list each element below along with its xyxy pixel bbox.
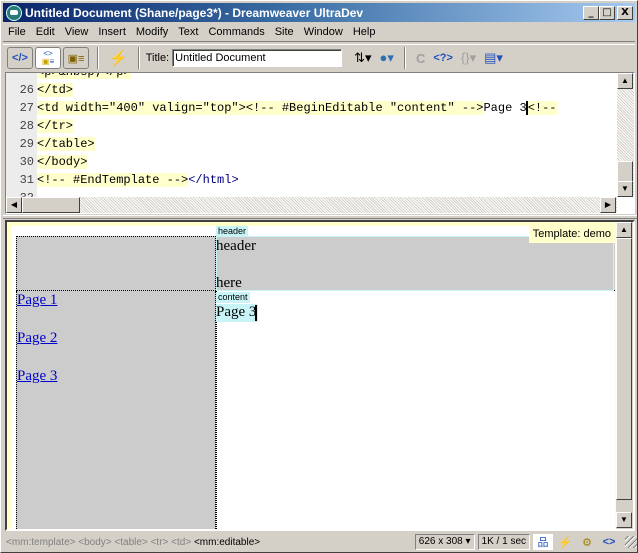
window-size-value: 626 x 308 xyxy=(418,536,463,547)
design-canvas[interactable]: header header here Page 1 Page 2 Page 3 … xyxy=(11,226,617,529)
menu-bar: File Edit View Insert Modify Text Comman… xyxy=(3,23,635,42)
content-text: Page 3 xyxy=(216,304,257,320)
nav-link-page-2[interactable]: Page 2 xyxy=(17,330,57,347)
application-window: Untitled Document (Shane/page3*) - Dream… xyxy=(0,0,638,553)
assets-icon[interactable]: ⚡ xyxy=(555,534,575,550)
table-cell-nav: Page 1 Page 2 Page 3 xyxy=(16,291,216,529)
cell-divider xyxy=(216,291,217,529)
scroll-down-button[interactable]: ▼ xyxy=(616,512,632,528)
reference-icon[interactable]: <?> xyxy=(433,52,453,64)
code-line: 28 </tr> xyxy=(6,117,74,135)
code-horizontal-scrollbar[interactable]: ◀ ▶ xyxy=(6,197,617,213)
toolbar-separator xyxy=(97,47,99,69)
document-toolbar: </> <>▣≡ ▣≡ ⚡ Title: ⇅▾ ●▾ C <?> {}▾ ▤▾ xyxy=(3,44,635,71)
menu-window[interactable]: Window xyxy=(299,26,348,38)
status-bar: <mm:template> <body> <table> <tr> <td> <… xyxy=(3,532,637,552)
code-inspector-icon[interactable]: <> xyxy=(599,534,619,550)
design-vertical-scrollbar[interactable]: ▲ ▼ xyxy=(616,222,633,529)
code-line: 29 </table> xyxy=(6,135,95,153)
title-input[interactable] xyxy=(172,49,343,67)
download-size: 1K / 1 sec xyxy=(477,534,530,550)
file-transfer-icon[interactable]: ⇅▾ xyxy=(354,50,371,66)
menu-file[interactable]: File xyxy=(3,26,31,38)
design-view-button[interactable]: ▣≡ xyxy=(63,47,89,69)
minimize-button[interactable]: _ xyxy=(583,5,599,20)
maximize-button[interactable]: □ xyxy=(599,5,615,20)
code-line: 31 <!-- #EndTemplate --></html> xyxy=(6,171,239,189)
menu-text[interactable]: Text xyxy=(173,26,203,38)
scroll-thumb[interactable] xyxy=(22,197,80,213)
nav-link-page-3[interactable]: Page 3 xyxy=(17,368,57,385)
tag-body[interactable]: <body> xyxy=(78,537,111,548)
tag-td[interactable]: <td> xyxy=(171,537,191,548)
editable-region-header-tab[interactable]: header xyxy=(216,226,249,237)
scroll-up-button[interactable]: ▲ xyxy=(616,222,632,238)
title-bar: Untitled Document (Shane/page3*) - Dream… xyxy=(3,3,635,22)
refresh-icon[interactable]: C xyxy=(416,51,425,66)
code-view-pane[interactable]: <p>&nbsp;</p> 26</td> 27<td width="400" … xyxy=(5,72,635,214)
code-view-button[interactable]: </> xyxy=(7,47,33,69)
menu-insert[interactable]: Insert xyxy=(93,26,131,38)
code-view-icon: </> xyxy=(12,52,28,64)
editable-region-content[interactable]: Page 3 xyxy=(216,304,259,322)
preview-browser-icon[interactable]: ●▾ xyxy=(380,50,394,66)
code-navigation-icon[interactable]: {}▾ xyxy=(461,50,476,66)
header-text-line1: header xyxy=(216,238,256,254)
tag-tr[interactable]: <tr> xyxy=(151,537,169,548)
split-view-icon: <> ▣≡ xyxy=(41,49,55,66)
tag-mm-template[interactable]: <mm:template> xyxy=(6,537,75,548)
editable-region-content-tab[interactable]: content xyxy=(216,292,250,303)
table-cell-top-left xyxy=(16,236,216,291)
code-line: <p>&nbsp;</p> xyxy=(6,73,131,81)
tag-table[interactable]: <table> xyxy=(114,537,147,548)
title-label: Title: xyxy=(145,52,170,64)
template-name-label: Template: demo xyxy=(528,226,615,243)
scroll-up-button[interactable]: ▲ xyxy=(617,73,633,89)
window-title: Untitled Document (Shane/page3*) - Dream… xyxy=(25,5,364,20)
menu-view[interactable]: View xyxy=(60,26,94,38)
design-view-icon: ▣≡ xyxy=(67,52,85,65)
split-view-button[interactable]: <> ▣≡ xyxy=(35,47,61,69)
dreamweaver-app-icon xyxy=(6,4,22,21)
design-view-pane[interactable]: header header here Page 1 Page 2 Page 3 … xyxy=(5,220,635,531)
scroll-right-button[interactable]: ▶ xyxy=(600,197,616,213)
pane-splitter[interactable] xyxy=(3,215,637,219)
tag-mm-editable[interactable]: <mm:editable> xyxy=(194,537,260,548)
code-editor[interactable]: <p>&nbsp;</p> 26</td> 27<td width="400" … xyxy=(6,73,617,197)
scroll-thumb[interactable] xyxy=(616,238,632,500)
behaviors-icon[interactable]: ⚙ xyxy=(577,534,597,550)
site-map-icon[interactable]: 品 xyxy=(533,534,553,550)
text-cursor xyxy=(255,305,258,322)
menu-site[interactable]: Site xyxy=(270,26,299,38)
header-text-line2: here xyxy=(216,275,242,291)
code-vertical-scrollbar[interactable]: ▲ ▼ xyxy=(617,73,634,197)
code-line: 32 xyxy=(6,189,37,197)
scroll-thumb[interactable] xyxy=(617,161,633,183)
scroll-left-button[interactable]: ◀ xyxy=(6,197,22,213)
window-size-dropdown[interactable]: 626 x 308 ▾ xyxy=(414,534,475,550)
toolbar-separator xyxy=(137,47,140,69)
menu-help[interactable]: Help xyxy=(348,26,381,38)
resize-grip[interactable] xyxy=(625,536,637,548)
menu-commands[interactable]: Commands xyxy=(203,26,269,38)
nav-link-page-1[interactable]: Page 1 xyxy=(17,292,57,309)
code-line: 30 </body> xyxy=(6,153,88,171)
tag-selector: <mm:template> <body> <table> <tr> <td> <… xyxy=(3,537,415,548)
live-data-icon[interactable]: ⚡ xyxy=(109,49,128,67)
editable-region-header[interactable] xyxy=(216,236,614,291)
code-line: 26 </td> xyxy=(6,81,74,99)
scroll-down-button[interactable]: ▼ xyxy=(617,181,633,197)
menu-modify[interactable]: Modify xyxy=(131,26,173,38)
menu-edit[interactable]: Edit xyxy=(31,26,60,38)
close-button[interactable]: X xyxy=(617,5,633,20)
code-line: 27 <td width="400" valign="top"><!-- #Beg… xyxy=(6,99,557,117)
view-options-icon[interactable]: ▤▾ xyxy=(484,50,503,66)
toolbar-separator xyxy=(403,47,406,69)
